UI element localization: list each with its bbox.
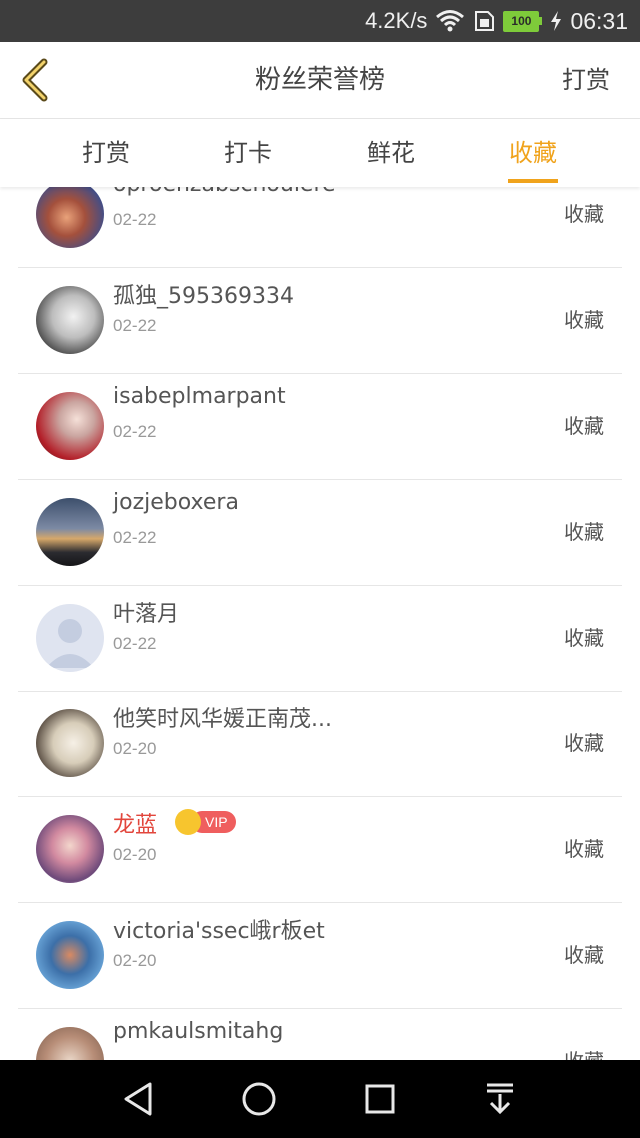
- list-item[interactable]: pmkaulsmitahg 收藏: [18, 1009, 622, 1060]
- user-name: oproenzabschoulere: [113, 187, 336, 197]
- page-title: 粉丝荣誉榜: [254, 65, 385, 95]
- tab-label: 收藏: [509, 139, 557, 167]
- action-label: 收藏: [564, 1009, 604, 1060]
- tab-label: 鲜花: [367, 139, 415, 167]
- action-label: 收藏: [564, 414, 604, 438]
- tab-favorites[interactable]: 收藏: [473, 119, 593, 187]
- network-speed: 4.2K/s: [365, 8, 428, 33]
- avatar[interactable]: [36, 604, 104, 672]
- action-label: 收藏: [564, 943, 604, 967]
- action-label: 收藏: [564, 520, 604, 544]
- tab-label: 打赏: [82, 139, 130, 167]
- fan-list[interactable]: oproenzabschoulere 02-22 收藏 孤独_595369334…: [0, 187, 640, 1060]
- vip-badge: VIP: [175, 809, 236, 835]
- battery-icon: 100: [503, 10, 543, 32]
- user-name: victoria'ssec峨r板et: [113, 919, 325, 944]
- wifi-icon: [436, 10, 465, 32]
- list-item[interactable]: 龙蓝 VIP 02-20 收藏: [18, 797, 622, 903]
- action-label: 收藏: [564, 308, 604, 332]
- sim-card-icon: [475, 11, 495, 31]
- action-label: 收藏: [564, 626, 604, 650]
- tab-label: 打卡: [224, 139, 272, 167]
- default-avatar-icon: [46, 619, 94, 668]
- tab-reward[interactable]: 打赏: [46, 119, 166, 187]
- date: 02-20: [113, 739, 157, 758]
- avatar[interactable]: [36, 498, 104, 566]
- user-name: 他笑时风华媛正南茂...: [113, 707, 332, 732]
- date: 02-20: [113, 951, 157, 970]
- avatar[interactable]: [36, 921, 104, 989]
- avatar[interactable]: [36, 392, 104, 460]
- action-label: 收藏: [564, 837, 604, 861]
- action-label: 收藏: [564, 731, 604, 755]
- status-time: 06:31: [570, 7, 628, 34]
- user-name: 龙蓝: [113, 813, 158, 838]
- avatar[interactable]: [36, 1027, 104, 1060]
- user-name: pmkaulsmitahg: [113, 1019, 284, 1044]
- home-circle-icon[interactable]: [240, 1080, 278, 1118]
- charging-icon: [551, 11, 562, 31]
- notification-pull-icon[interactable]: [482, 1080, 518, 1118]
- list-item[interactable]: isabeplmarpant 02-22 收藏: [18, 374, 622, 480]
- date: 02-22: [113, 210, 157, 229]
- tab-flowers[interactable]: 鲜花: [331, 119, 451, 187]
- list-item[interactable]: jozjeboxera 02-22 收藏: [18, 480, 622, 586]
- user-name: 叶落月: [113, 602, 180, 627]
- battery-level: 100: [503, 10, 540, 32]
- back-triangle-icon[interactable]: [120, 1080, 156, 1118]
- recents-square-icon[interactable]: [362, 1080, 398, 1118]
- tab-bar: 打赏 打卡 鲜花 收藏: [0, 119, 640, 187]
- list-item[interactable]: victoria'ssec峨r板et 02-20 收藏: [18, 903, 622, 1009]
- action-label: 收藏: [564, 202, 604, 226]
- list-item[interactable]: 孤独_595369334 02-22 收藏: [18, 268, 622, 374]
- status-bar: 4.2K/s 100 06:31: [0, 0, 640, 42]
- reward-button[interactable]: 打赏: [562, 42, 610, 118]
- date: 02-22: [113, 422, 157, 441]
- avatar[interactable]: [36, 286, 104, 354]
- crown-icon: [175, 809, 201, 835]
- date: 02-22: [113, 634, 157, 653]
- date: 02-20: [113, 845, 157, 864]
- system-nav-bar: [0, 1060, 640, 1138]
- date: 02-22: [113, 528, 157, 547]
- avatar[interactable]: [36, 187, 104, 248]
- tab-checkin[interactable]: 打卡: [188, 119, 308, 187]
- user-name: isabeplmarpant: [113, 384, 286, 409]
- user-name: 孤独_595369334: [113, 284, 294, 309]
- avatar[interactable]: [36, 815, 104, 883]
- app-header: 粉丝荣誉榜 打赏: [0, 42, 640, 119]
- list-item[interactable]: 叶落月 02-22 收藏: [18, 586, 622, 692]
- user-name: jozjeboxera: [113, 490, 239, 515]
- list-item[interactable]: oproenzabschoulere 02-22 收藏: [18, 187, 622, 268]
- avatar[interactable]: [36, 709, 104, 777]
- date: 02-22: [113, 316, 157, 335]
- list-item[interactable]: 他笑时风华媛正南茂... 02-20 收藏: [18, 691, 622, 797]
- active-tab-indicator: [508, 179, 558, 183]
